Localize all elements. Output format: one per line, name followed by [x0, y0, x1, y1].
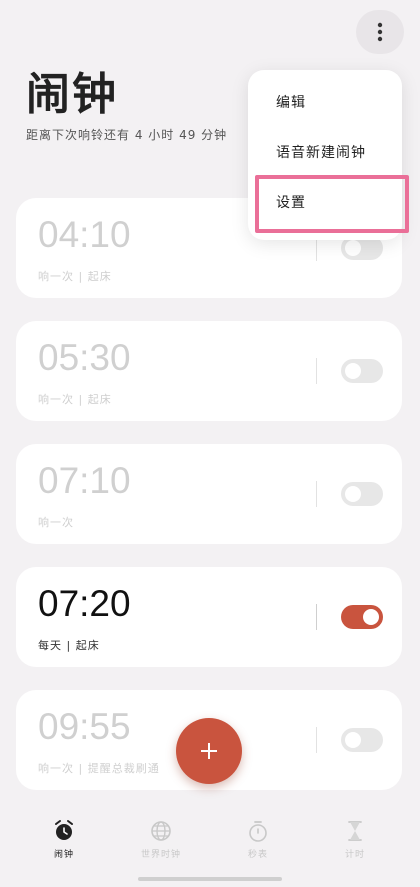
home-indicator: [138, 877, 282, 881]
alarm-description: 响一次 | 起床: [38, 270, 112, 283]
globe-icon: [151, 821, 171, 841]
alarm-time: 07:20: [38, 583, 131, 624]
nav-tab-world-clock[interactable]: 世界时钟: [121, 819, 201, 860]
alarm-card-4[interactable]: 07:20 每天 | 起床: [16, 567, 402, 667]
alarm-toggle[interactable]: [341, 728, 383, 752]
toggle-knob: [363, 609, 379, 625]
add-alarm-button[interactable]: [176, 718, 242, 784]
page-title: 闹钟: [26, 69, 118, 120]
divider: [316, 481, 317, 507]
alarm-toggle[interactable]: [341, 482, 383, 506]
toggle-knob: [345, 363, 361, 379]
hourglass-icon: [348, 821, 362, 841]
alarm-card-3[interactable]: 07:10 响一次: [16, 444, 402, 544]
nav-label: 世界时钟: [140, 850, 181, 860]
next-alarm-text: 距离下次响铃还有 4 小时 49 分钟: [26, 128, 228, 142]
alarm-clock-icon: [55, 820, 73, 840]
alarm-time: 04:10: [38, 214, 131, 255]
nav-label: 闹钟: [53, 850, 74, 860]
divider: [316, 604, 317, 630]
settings-highlight-box: [255, 175, 409, 233]
nav-label: 计时: [344, 850, 365, 860]
alarm-time: 09:55: [38, 706, 131, 747]
nav-tab-timer[interactable]: 计时: [315, 819, 395, 860]
stopwatch-icon: [249, 821, 267, 842]
alarm-toggle[interactable]: [341, 359, 383, 383]
nav-label: 秒表: [247, 850, 268, 860]
alarm-description: 响一次 | 提醒总裁刷通: [38, 762, 160, 775]
more-vertical-icon: [377, 22, 383, 42]
alarm-time: 07:10: [38, 460, 131, 501]
alarm-description: 响一次 | 起床: [38, 393, 112, 406]
menu-item-edit[interactable]: 编辑: [276, 92, 306, 112]
divider: [316, 358, 317, 384]
nav-tab-alarm[interactable]: 闹钟: [24, 819, 104, 860]
alarm-screen: 闹钟 距离下次响铃还有 4 小时 49 分钟 04:10 响一次 | 起床 05…: [0, 0, 420, 887]
alarm-description: 响一次: [38, 516, 74, 529]
divider: [316, 727, 317, 753]
toggle-knob: [345, 732, 361, 748]
plus-icon: [201, 743, 217, 759]
alarm-toggle[interactable]: [341, 605, 383, 629]
alarm-description: 每天 | 起床: [38, 639, 100, 652]
alarm-card-2[interactable]: 05:30 响一次 | 起床: [16, 321, 402, 421]
nav-tab-stopwatch[interactable]: 秒表: [218, 819, 298, 860]
toggle-knob: [345, 240, 361, 256]
toggle-knob: [345, 486, 361, 502]
menu-item-voice-new-alarm[interactable]: 语音新建闹钟: [276, 142, 366, 162]
bottom-navigation: 闹钟 世界时钟 秒表 计时: [0, 805, 420, 887]
more-options-button[interactable]: [356, 10, 404, 54]
alarm-time: 05:30: [38, 337, 131, 378]
